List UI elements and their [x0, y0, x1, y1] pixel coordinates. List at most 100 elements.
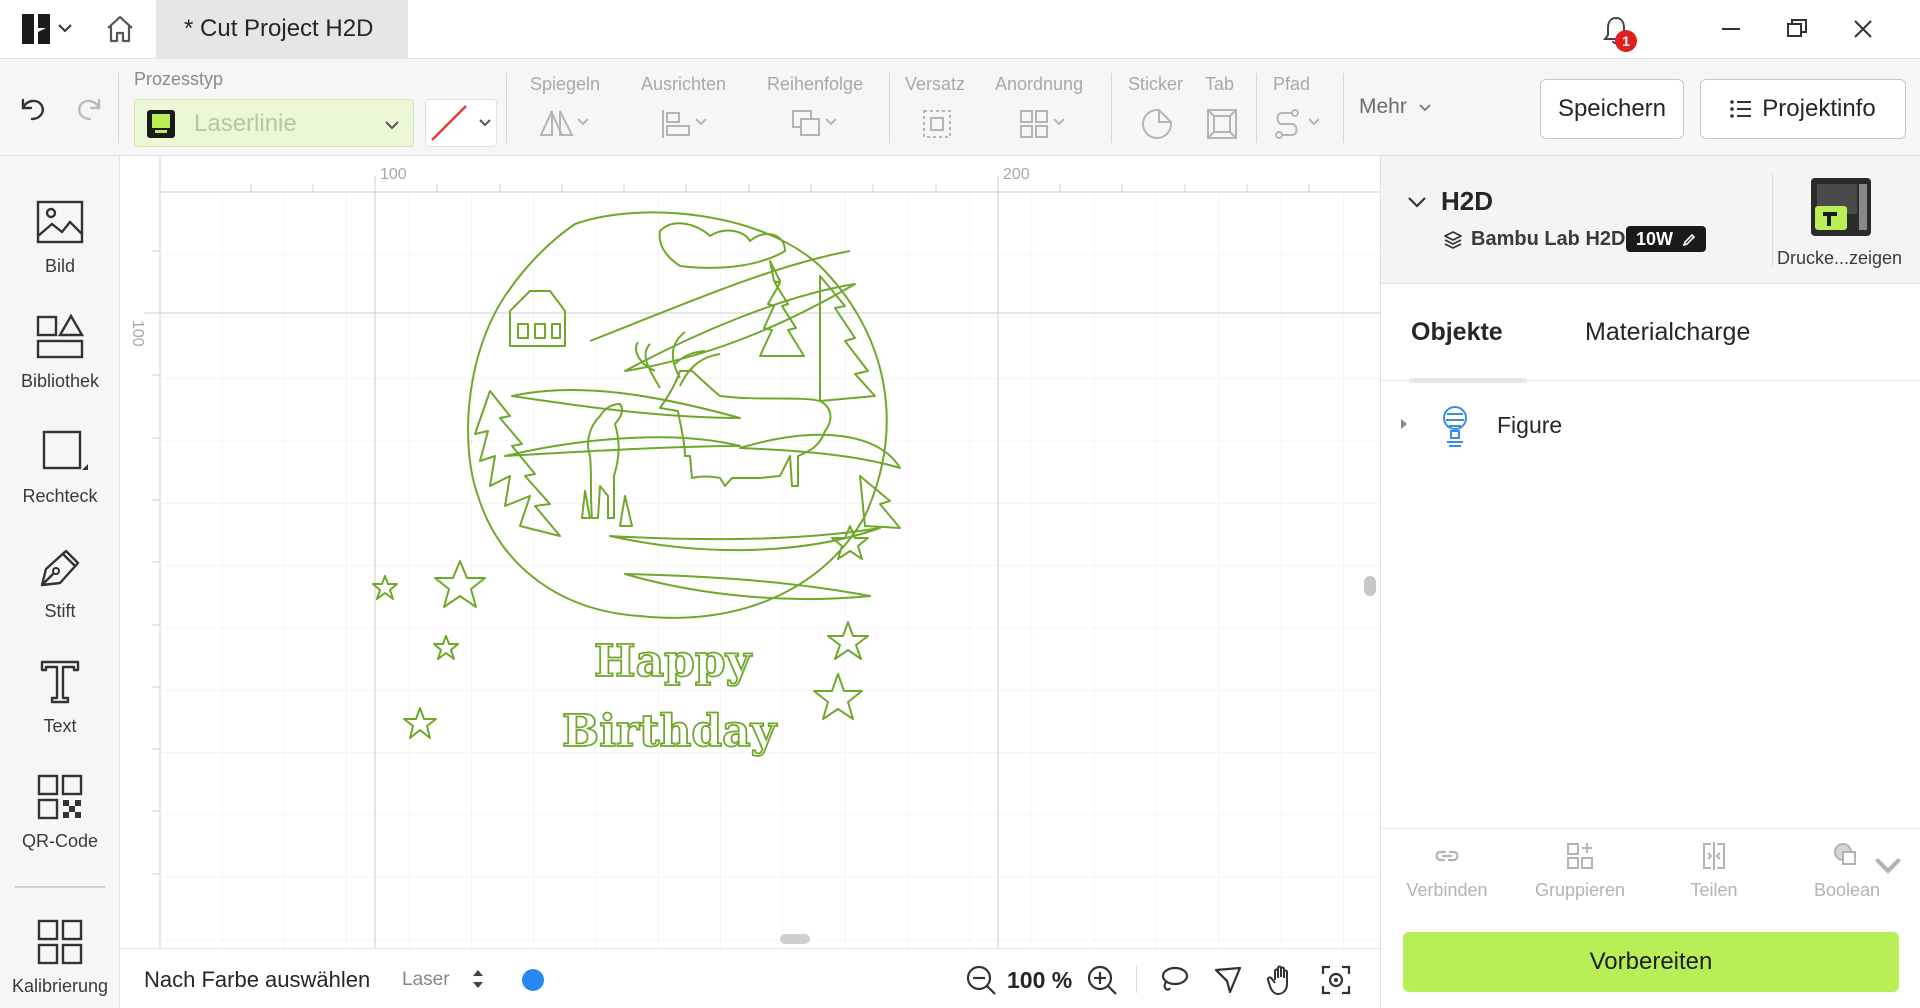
- mirror-icon[interactable]: [538, 107, 592, 141]
- sidebar-item-label: Bild: [44, 256, 75, 276]
- printer-model: Bambu Lab H2D: [1471, 228, 1626, 250]
- prepare-button[interactable]: Vorbereiten: [1403, 932, 1899, 992]
- select-arrow-icon[interactable]: [1212, 964, 1244, 996]
- mirror-label: Spiegeln: [530, 74, 601, 94]
- home-icon[interactable]: [104, 14, 136, 44]
- title-bar: * Cut Project H2D 1: [0, 0, 1920, 59]
- path-icon[interactable]: [1273, 107, 1327, 141]
- path-label: Pfad: [1273, 74, 1311, 94]
- text-icon: [40, 660, 80, 704]
- more-menu[interactable]: Mehr: [1359, 95, 1433, 119]
- toolbar: Prozesstyp Laserlinie Spiegeln Ausrichte…: [0, 59, 1920, 156]
- select-by-color-label[interactable]: Nach Farbe auswählen: [144, 967, 370, 993]
- app-logo-icon[interactable]: [22, 14, 50, 44]
- rectangle-icon: [42, 430, 88, 470]
- project-tab-title: * Cut Project H2D: [184, 15, 374, 42]
- split-button[interactable]: Teilen: [1649, 840, 1779, 900]
- order-icon[interactable]: [790, 107, 844, 141]
- vertical-scrollbar[interactable]: [1364, 576, 1376, 596]
- project-info-button[interactable]: Projektinfo: [1700, 79, 1906, 139]
- sidebar-item-rectangle[interactable]: Rechteck: [0, 428, 120, 538]
- design-canvas[interactable]: 100 200 100 Happy Birthday: [120, 156, 1380, 948]
- project-info-label: Projektinfo: [1762, 95, 1876, 122]
- object-list-item[interactable]: Figure: [1381, 396, 1920, 456]
- minimize-icon[interactable]: [1716, 14, 1746, 44]
- sidebar-item-label: Text: [43, 716, 77, 736]
- image-icon: [36, 200, 84, 244]
- object-label: Figure: [1497, 412, 1563, 438]
- fit-view-icon[interactable]: [1320, 964, 1352, 996]
- line-style-icon: [431, 105, 491, 141]
- printer-name[interactable]: H2D: [1441, 186, 1493, 217]
- process-type-value: Laserlinie: [194, 110, 297, 137]
- chevron-down-icon[interactable]: [57, 20, 73, 36]
- expand-arrow-icon[interactable]: [1399, 418, 1409, 430]
- printer-device-icon[interactable]: [1807, 174, 1875, 240]
- sticker-icon[interactable]: [1140, 107, 1174, 141]
- design-text-line: Happy: [594, 636, 753, 687]
- zoom-in-icon[interactable]: [1086, 964, 1118, 996]
- notification-badge: 1: [1615, 30, 1637, 52]
- laser-power-badge[interactable]: 10W: [1626, 226, 1707, 252]
- boolean-button[interactable]: Boolean: [1782, 840, 1912, 900]
- chevron-down-icon: [1419, 104, 1431, 112]
- connect-button[interactable]: Verbinden: [1382, 840, 1512, 900]
- printer-device-label[interactable]: Drucke...zeigen: [1777, 248, 1902, 269]
- laser-line-icon: [147, 110, 175, 138]
- printer-card: H2D Bambu Lab H2D 10W Drucke...zeigen: [1381, 156, 1920, 284]
- horizontal-scrollbar[interactable]: [780, 934, 810, 944]
- project-tab[interactable]: * Cut Project H2D: [156, 0, 408, 59]
- line-color-select[interactable]: [425, 99, 497, 147]
- lasso-icon[interactable]: [1158, 964, 1190, 996]
- sidebar-item-label: Bibliothek: [20, 371, 100, 391]
- link-icon: [1435, 850, 1459, 862]
- boolean-label: Boolean: [1813, 880, 1881, 900]
- chevron-down-icon: [385, 121, 399, 130]
- laser-power-value: 10W: [1636, 229, 1674, 249]
- align-icon[interactable]: [660, 107, 714, 141]
- tab-objects[interactable]: Objekte: [1411, 318, 1503, 347]
- sidebar-item-text[interactable]: Text: [0, 658, 120, 768]
- order-label: Reihenfolge: [767, 74, 864, 94]
- sidebar-item-label: Stift: [44, 601, 76, 621]
- calibration-icon: [37, 919, 83, 965]
- design-text-line: Birthday: [562, 706, 778, 757]
- tab-material-batch[interactable]: Materialcharge: [1585, 318, 1750, 347]
- sidebar-item-qrcode[interactable]: QR-Code: [0, 773, 120, 883]
- birthday-card-design[interactable]: Happy Birthday: [120, 156, 1380, 948]
- close-icon[interactable]: [1848, 14, 1878, 44]
- offset-icon[interactable]: [920, 107, 954, 141]
- sidebar-item-label: Rechteck: [22, 486, 98, 506]
- restore-icon[interactable]: [1782, 14, 1812, 44]
- zoom-out-icon[interactable]: [965, 964, 997, 996]
- arrange-icon[interactable]: [1018, 107, 1072, 141]
- tab-tool-label: Tab: [1205, 74, 1235, 94]
- save-label: Speichern: [1557, 95, 1667, 122]
- align-label: Ausrichten: [641, 74, 727, 94]
- sidebar-item-label: QR-Code: [21, 831, 99, 851]
- process-type-select[interactable]: Laserlinie: [134, 99, 414, 147]
- prepare-label: Vorbereiten: [1589, 948, 1713, 975]
- sidebar-item-label: Kalibrierung: [11, 976, 109, 996]
- save-button[interactable]: Speichern: [1540, 79, 1684, 139]
- undo-icon[interactable]: [14, 91, 48, 125]
- hand-pan-icon[interactable]: [1266, 964, 1298, 996]
- laser-color-dot[interactable]: [522, 969, 544, 991]
- tab-tool-icon[interactable]: [1205, 107, 1239, 141]
- sidebar-item-image[interactable]: Bild: [0, 198, 120, 308]
- process-type-label: Prozesstyp: [134, 69, 224, 89]
- sidebar-item-library[interactable]: Bibliothek: [0, 313, 120, 423]
- sticker-label: Sticker: [1128, 74, 1184, 94]
- list-icon: [1730, 100, 1752, 118]
- laser-label: Laser: [402, 969, 450, 990]
- split-icon: [1703, 842, 1725, 870]
- figure-thumbnail-icon: [1443, 406, 1467, 447]
- sort-arrows-icon[interactable]: [470, 967, 486, 991]
- redo-icon[interactable]: [74, 91, 108, 125]
- sidebar-item-pen[interactable]: Stift: [0, 543, 120, 653]
- group-button[interactable]: Gruppieren: [1515, 840, 1645, 900]
- sidebar-item-calibration[interactable]: Kalibrierung: [0, 918, 120, 1008]
- chevron-down-icon[interactable]: [1407, 194, 1427, 210]
- group-label: Gruppieren: [1534, 880, 1626, 900]
- sidebar-divider: [15, 886, 105, 888]
